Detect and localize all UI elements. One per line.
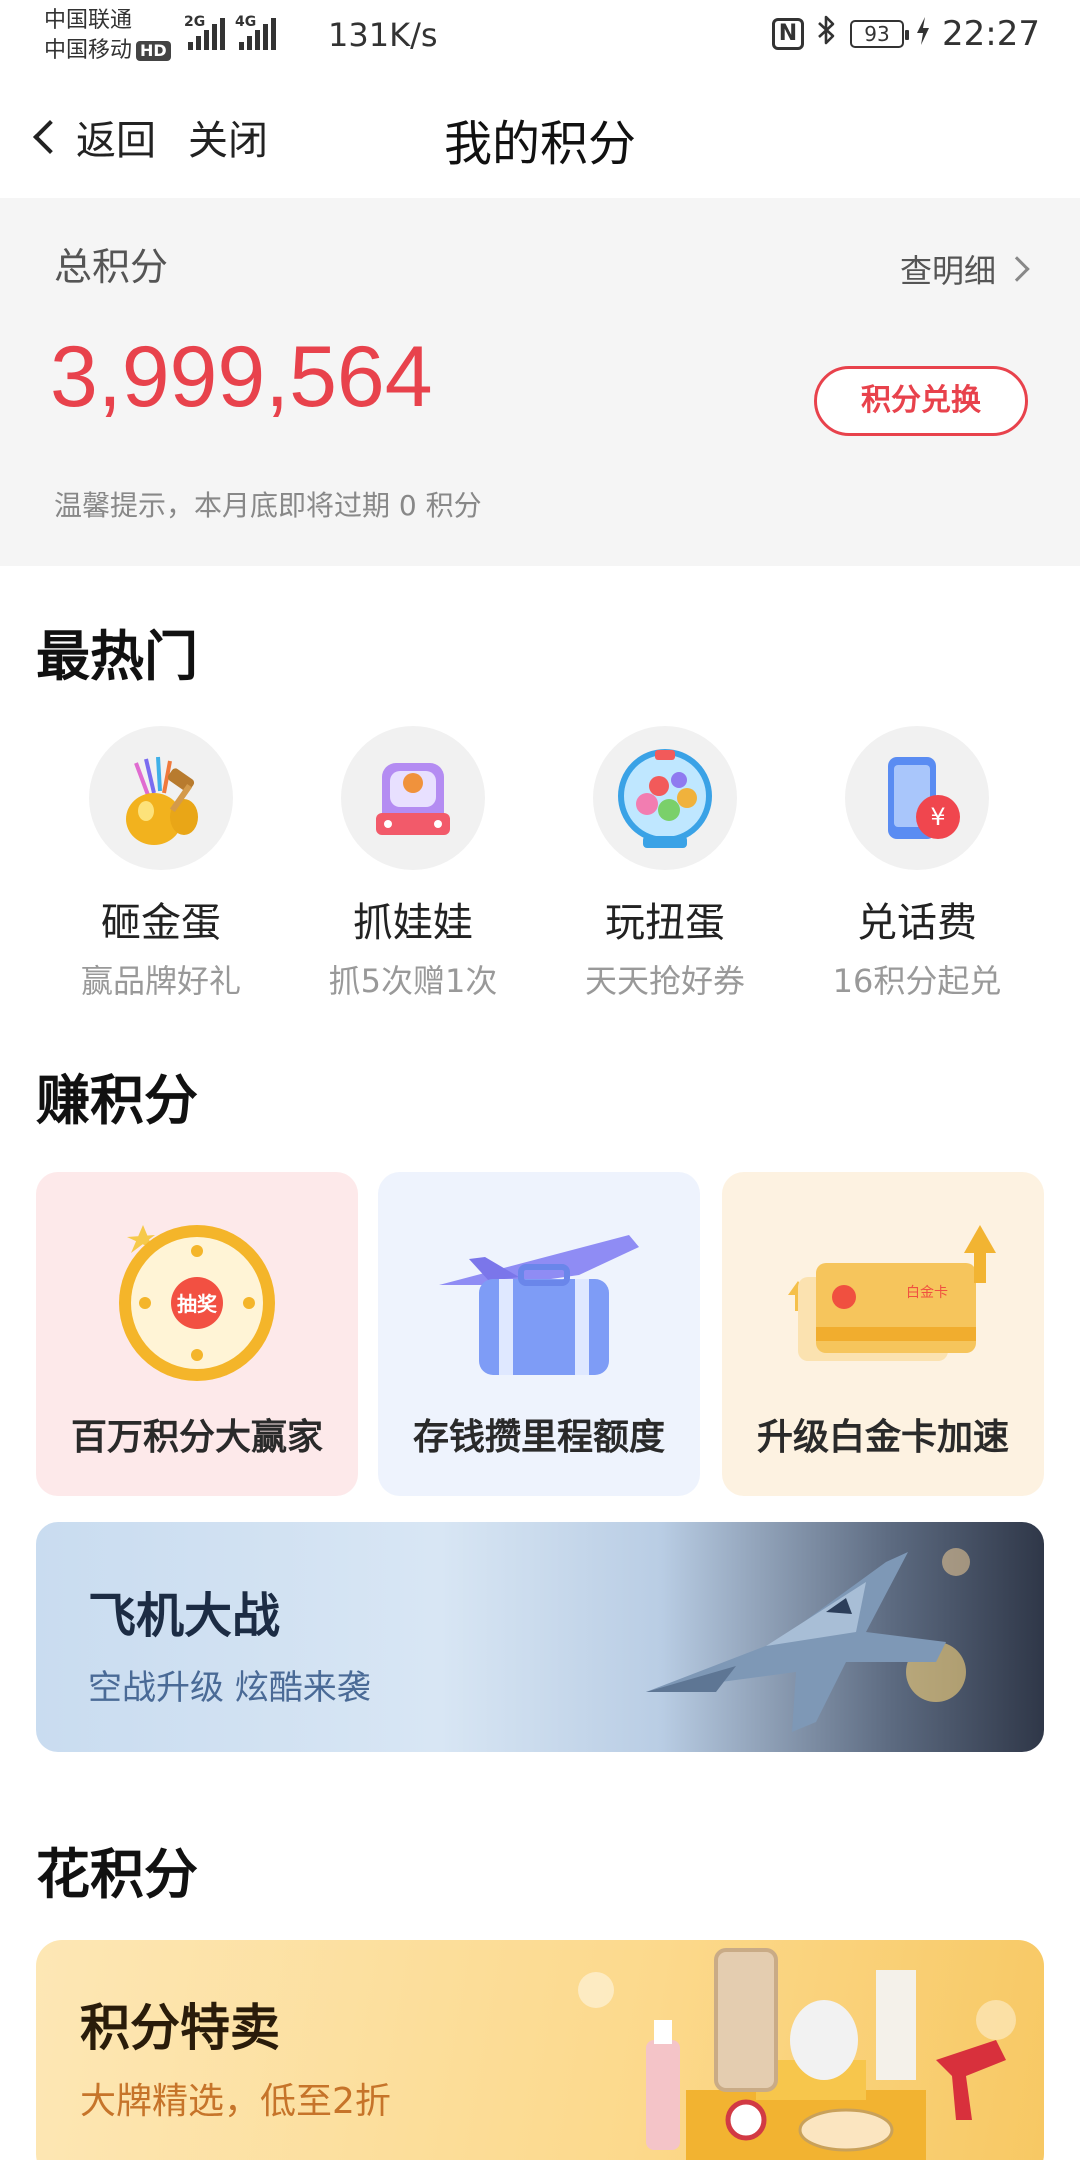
signal-indicators: 2G 4G xyxy=(184,14,276,50)
hot-item-sub: 天天抢好券 xyxy=(584,962,745,1000)
details-link[interactable]: 查明细 xyxy=(899,246,1030,292)
svg-text:¥: ¥ xyxy=(930,803,945,831)
wheel-center-label: 抽奖 xyxy=(177,1292,218,1316)
points-panel: 总积分 查明细 3,999,564 积分兑换 温馨提示，本月底即将过期 0 积分 xyxy=(0,198,1080,566)
special-sale-banner[interactable]: 积分特卖 大牌精选，低至2折 xyxy=(36,1940,1044,2160)
hot-item-name: 砸金蛋 xyxy=(101,900,221,946)
carrier-2: 中国移动 xyxy=(44,38,133,63)
hot-item-golden-egg[interactable]: 砸金蛋 赢品牌好礼 xyxy=(36,726,286,1002)
earn-card-label: 存钱攒里程额度 xyxy=(412,1417,665,1458)
carrier-info: 中国联通 中国移动 HD xyxy=(44,6,171,66)
page-title: 我的积分 xyxy=(443,116,636,172)
carrier-1: 中国联通 xyxy=(44,8,133,33)
plane-game-banner[interactable]: 飞机大战 空战升级 炫酷来袭 xyxy=(36,1522,1044,1752)
special-sale-title: 积分特卖 xyxy=(80,1999,280,2057)
expiry-tip: 温馨提示，本月底即将过期 0 积分 xyxy=(54,489,482,522)
charging-icon xyxy=(916,16,930,52)
signal-icon: 2G xyxy=(184,14,225,50)
total-points-value: 3,999,564 xyxy=(50,329,433,425)
earn-card-label: 升级白金卡加速 xyxy=(756,1417,1009,1458)
fighter-jet-icon xyxy=(646,1548,970,1732)
earn-card-label: 百万积分大赢家 xyxy=(70,1417,323,1458)
earn-card-mileage[interactable]: 存钱攒里程额度 xyxy=(378,1172,700,1496)
card-text: 白金卡 xyxy=(906,1285,948,1301)
earn-card-platinum[interactable]: 白金卡 升级白金卡加速 xyxy=(722,1172,1044,1496)
phone-recharge-icon: ¥ xyxy=(845,726,989,870)
chevron-right-icon xyxy=(1004,256,1030,282)
platinum-card-icon: 白金卡 xyxy=(722,1200,1044,1400)
plane-game-title: 飞机大战 xyxy=(88,1588,281,1644)
clock: 22:27 xyxy=(942,14,1040,54)
hd-badge: HD xyxy=(136,41,171,61)
hot-item-name: 玩扭蛋 xyxy=(605,900,725,946)
lucky-wheel-icon: 抽奖 xyxy=(36,1200,358,1400)
hot-section-title: 最热门 xyxy=(36,625,198,688)
bluetooth-icon xyxy=(816,14,838,54)
gashapon-icon xyxy=(593,726,737,870)
plane-suitcase-icon xyxy=(378,1200,700,1400)
plane-game-subtitle: 空战升级 炫酷来袭 xyxy=(88,1668,371,1708)
earn-section-title: 赚积分 xyxy=(36,1069,198,1132)
network-speed: 131K/s xyxy=(328,16,438,54)
signal-icon-2: 4G xyxy=(235,14,276,50)
hot-item-phone-recharge[interactable]: ¥ 兑话费 16积分起兑 xyxy=(792,726,1042,1002)
claw-machine-icon xyxy=(341,726,485,870)
hot-item-name: 兑话费 xyxy=(857,900,977,946)
special-sale-subtitle: 大牌精选，低至2折 xyxy=(80,2081,391,2122)
nfc-icon: N xyxy=(772,18,805,50)
hot-item-sub: 16积分起兑 xyxy=(832,962,1002,1000)
nav-bar: 返回 关闭 我的积分 xyxy=(0,74,1080,198)
hot-item-name: 抓娃娃 xyxy=(353,900,473,946)
earn-card-lucky-wheel[interactable]: 抽奖 百万积分大赢家 xyxy=(36,1172,358,1496)
total-points-label: 总积分 xyxy=(54,245,169,289)
exchange-points-button[interactable]: 积分兑换 xyxy=(814,366,1028,436)
products-illustration xyxy=(578,1948,1016,2160)
hot-item-gashapon[interactable]: 玩扭蛋 天天抢好券 xyxy=(540,726,790,1002)
hot-item-sub: 抓5次赠1次 xyxy=(328,962,498,1000)
hot-item-sub: 赢品牌好礼 xyxy=(80,962,241,1000)
status-bar: 中国联通 中国移动 HD 2G 4G 131K/s N 93 22:27 xyxy=(0,0,1080,74)
details-link-label: 查明细 xyxy=(899,252,996,290)
golden-egg-icon xyxy=(89,726,233,870)
battery-icon: 93 xyxy=(850,20,910,48)
hot-item-claw-machine[interactable]: 抓娃娃 抓5次赠1次 xyxy=(288,726,538,1002)
spend-section-title: 花积分 xyxy=(36,1843,198,1906)
